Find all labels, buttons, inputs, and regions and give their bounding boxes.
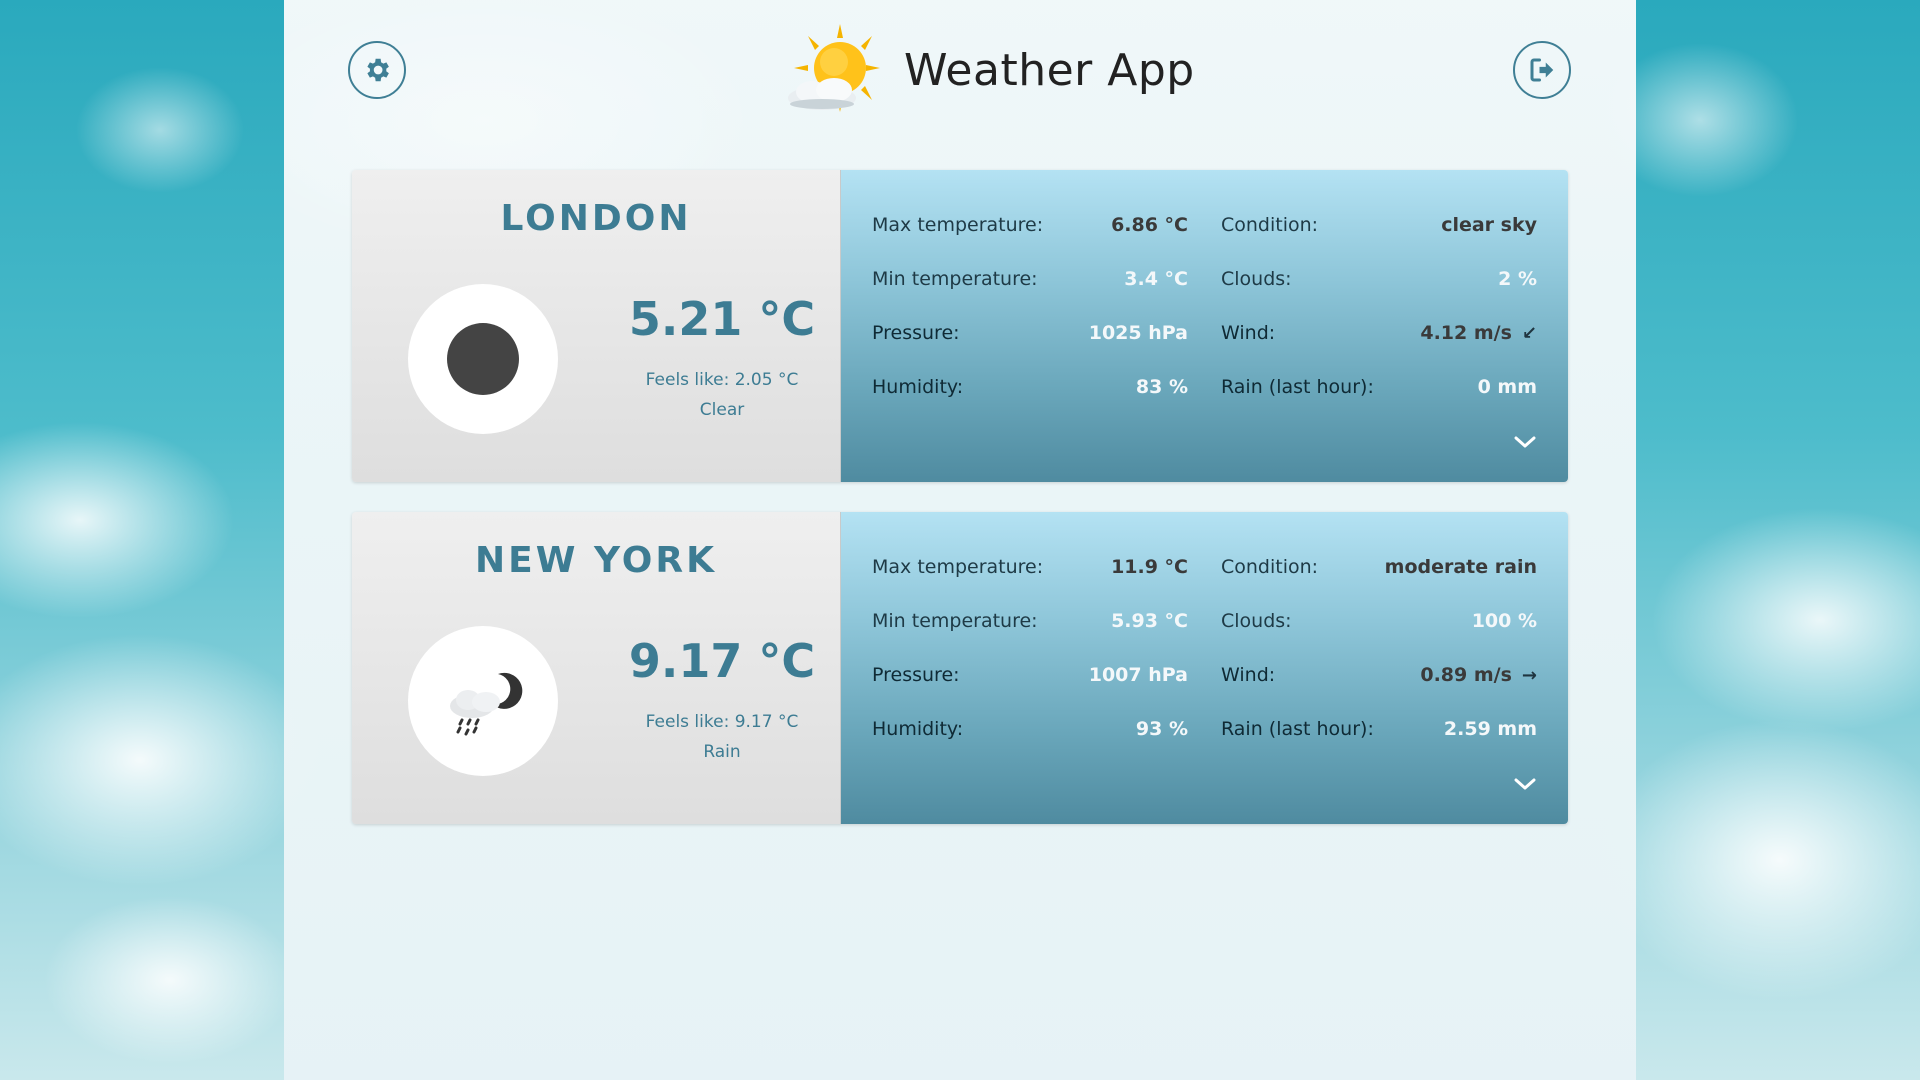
gear-icon [367,58,389,82]
detail-label: Humidity: [872,718,964,740]
detail-condition: Condition: clear sky [1221,210,1537,240]
sign-out-icon [1530,58,1554,82]
detail-value: 2 % [1498,268,1537,290]
detail-value: 100 % [1471,610,1537,632]
detail-value: 11.9 °C [1111,556,1188,578]
weather-icon-container [408,284,558,434]
detail-value: 5.93 °C [1111,610,1188,632]
condition-short: Rain [703,742,741,762]
detail-value: 1007 hPa [1088,664,1188,686]
feels-like: Feels like: 2.05 °C [645,370,799,390]
settings-button[interactable] [348,41,406,99]
detail-label: Clouds: [1221,610,1292,632]
detail-min-temp: Min temperature: 5.93 °C [872,606,1188,636]
detail-value: 0.89 m/s → [1381,664,1537,686]
detail-wind: Wind: 4.12 m/s ↙ [1221,318,1537,348]
city-name: New York [475,540,717,581]
city-name: London [500,198,692,239]
detail-min-temp: Min temperature: 3.4 °C [872,264,1188,294]
wind-direction-icon: → [1521,665,1537,686]
wind-direction-icon: ↙ [1521,323,1537,344]
detail-label: Max temperature: [872,556,1044,578]
wind-speed: 4.12 m/s [1420,322,1512,344]
detail-value: 4.12 m/s ↙ [1381,322,1537,344]
detail-label: Max temperature: [872,214,1044,236]
chevron-down-icon[interactable] [1512,774,1538,794]
city-summary: London 5.21 °C Feels like: 2.05 °C Clear [352,170,841,482]
rain-cloud-night-icon [450,672,523,736]
detail-label: Min temperature: [872,610,1038,632]
city-summary: New York 9.17 °C [352,512,841,824]
moon-clear-night-icon [447,323,519,395]
sun-behind-cloud-icon [788,24,880,112]
detail-label: Pressure: [872,664,960,686]
detail-rain: Rain (last hour): 0 mm [1221,372,1537,402]
detail-value: 6.86 °C [1111,214,1188,236]
detail-humidity: Humidity: 83 % [872,372,1188,402]
detail-max-temp: Max temperature: 11.9 °C [872,552,1188,582]
detail-label: Clouds: [1221,268,1292,290]
detail-value: 93 % [1135,718,1188,740]
weather-icon-container [408,626,558,776]
detail-value: 1025 hPa [1088,322,1188,344]
detail-label: Rain (last hour): [1221,718,1374,740]
detail-label: Min temperature: [872,268,1038,290]
detail-label: Rain (last hour): [1221,376,1374,398]
detail-label: Humidity: [872,376,964,398]
detail-pressure: Pressure: 1025 hPa [872,318,1188,348]
detail-clouds: Clouds: 2 % [1221,264,1537,294]
city-card-london: London 5.21 °C Feels like: 2.05 °C Clear… [352,170,1568,482]
city-details: Max temperature: 6.86 °C Min temperature… [841,170,1568,482]
detail-clouds: Clouds: 100 % [1221,606,1537,636]
detail-pressure: Pressure: 1007 hPa [872,660,1188,690]
detail-value: 2.59 mm [1443,718,1537,740]
current-temperature: 9.17 °C [628,634,816,688]
logout-button[interactable] [1513,41,1571,99]
detail-label: Pressure: [872,322,960,344]
condition-short: Clear [699,400,745,420]
detail-value: clear sky [1441,214,1537,236]
feels-like: Feels like: 9.17 °C [645,712,799,732]
detail-wind: Wind: 0.89 m/s → [1221,660,1537,690]
detail-value: moderate rain [1384,556,1537,578]
city-details: Max temperature: 11.9 °C Min temperature… [841,512,1568,824]
detail-label: Condition: [1221,556,1319,578]
city-card-new-york: New York 9.17 °C [352,512,1568,824]
detail-value: 3.4 °C [1124,268,1188,290]
main-panel: Weather App London 5.21 °C Feels like: 2… [284,0,1636,1080]
detail-value: 83 % [1135,376,1188,398]
detail-value: 0 mm [1477,376,1537,398]
detail-label: Wind: [1221,664,1276,686]
app-brand: Weather App [782,22,1195,118]
detail-label: Condition: [1221,214,1319,236]
detail-humidity: Humidity: 93 % [872,714,1188,744]
app-title: Weather App [904,44,1195,96]
chevron-down-icon[interactable] [1512,432,1538,452]
detail-rain: Rain (last hour): 2.59 mm [1221,714,1537,744]
detail-condition: Condition: moderate rain [1221,552,1537,582]
detail-label: Wind: [1221,322,1276,344]
wind-speed: 0.89 m/s [1420,664,1512,686]
detail-max-temp: Max temperature: 6.86 °C [872,210,1188,240]
current-temperature: 5.21 °C [628,292,816,346]
